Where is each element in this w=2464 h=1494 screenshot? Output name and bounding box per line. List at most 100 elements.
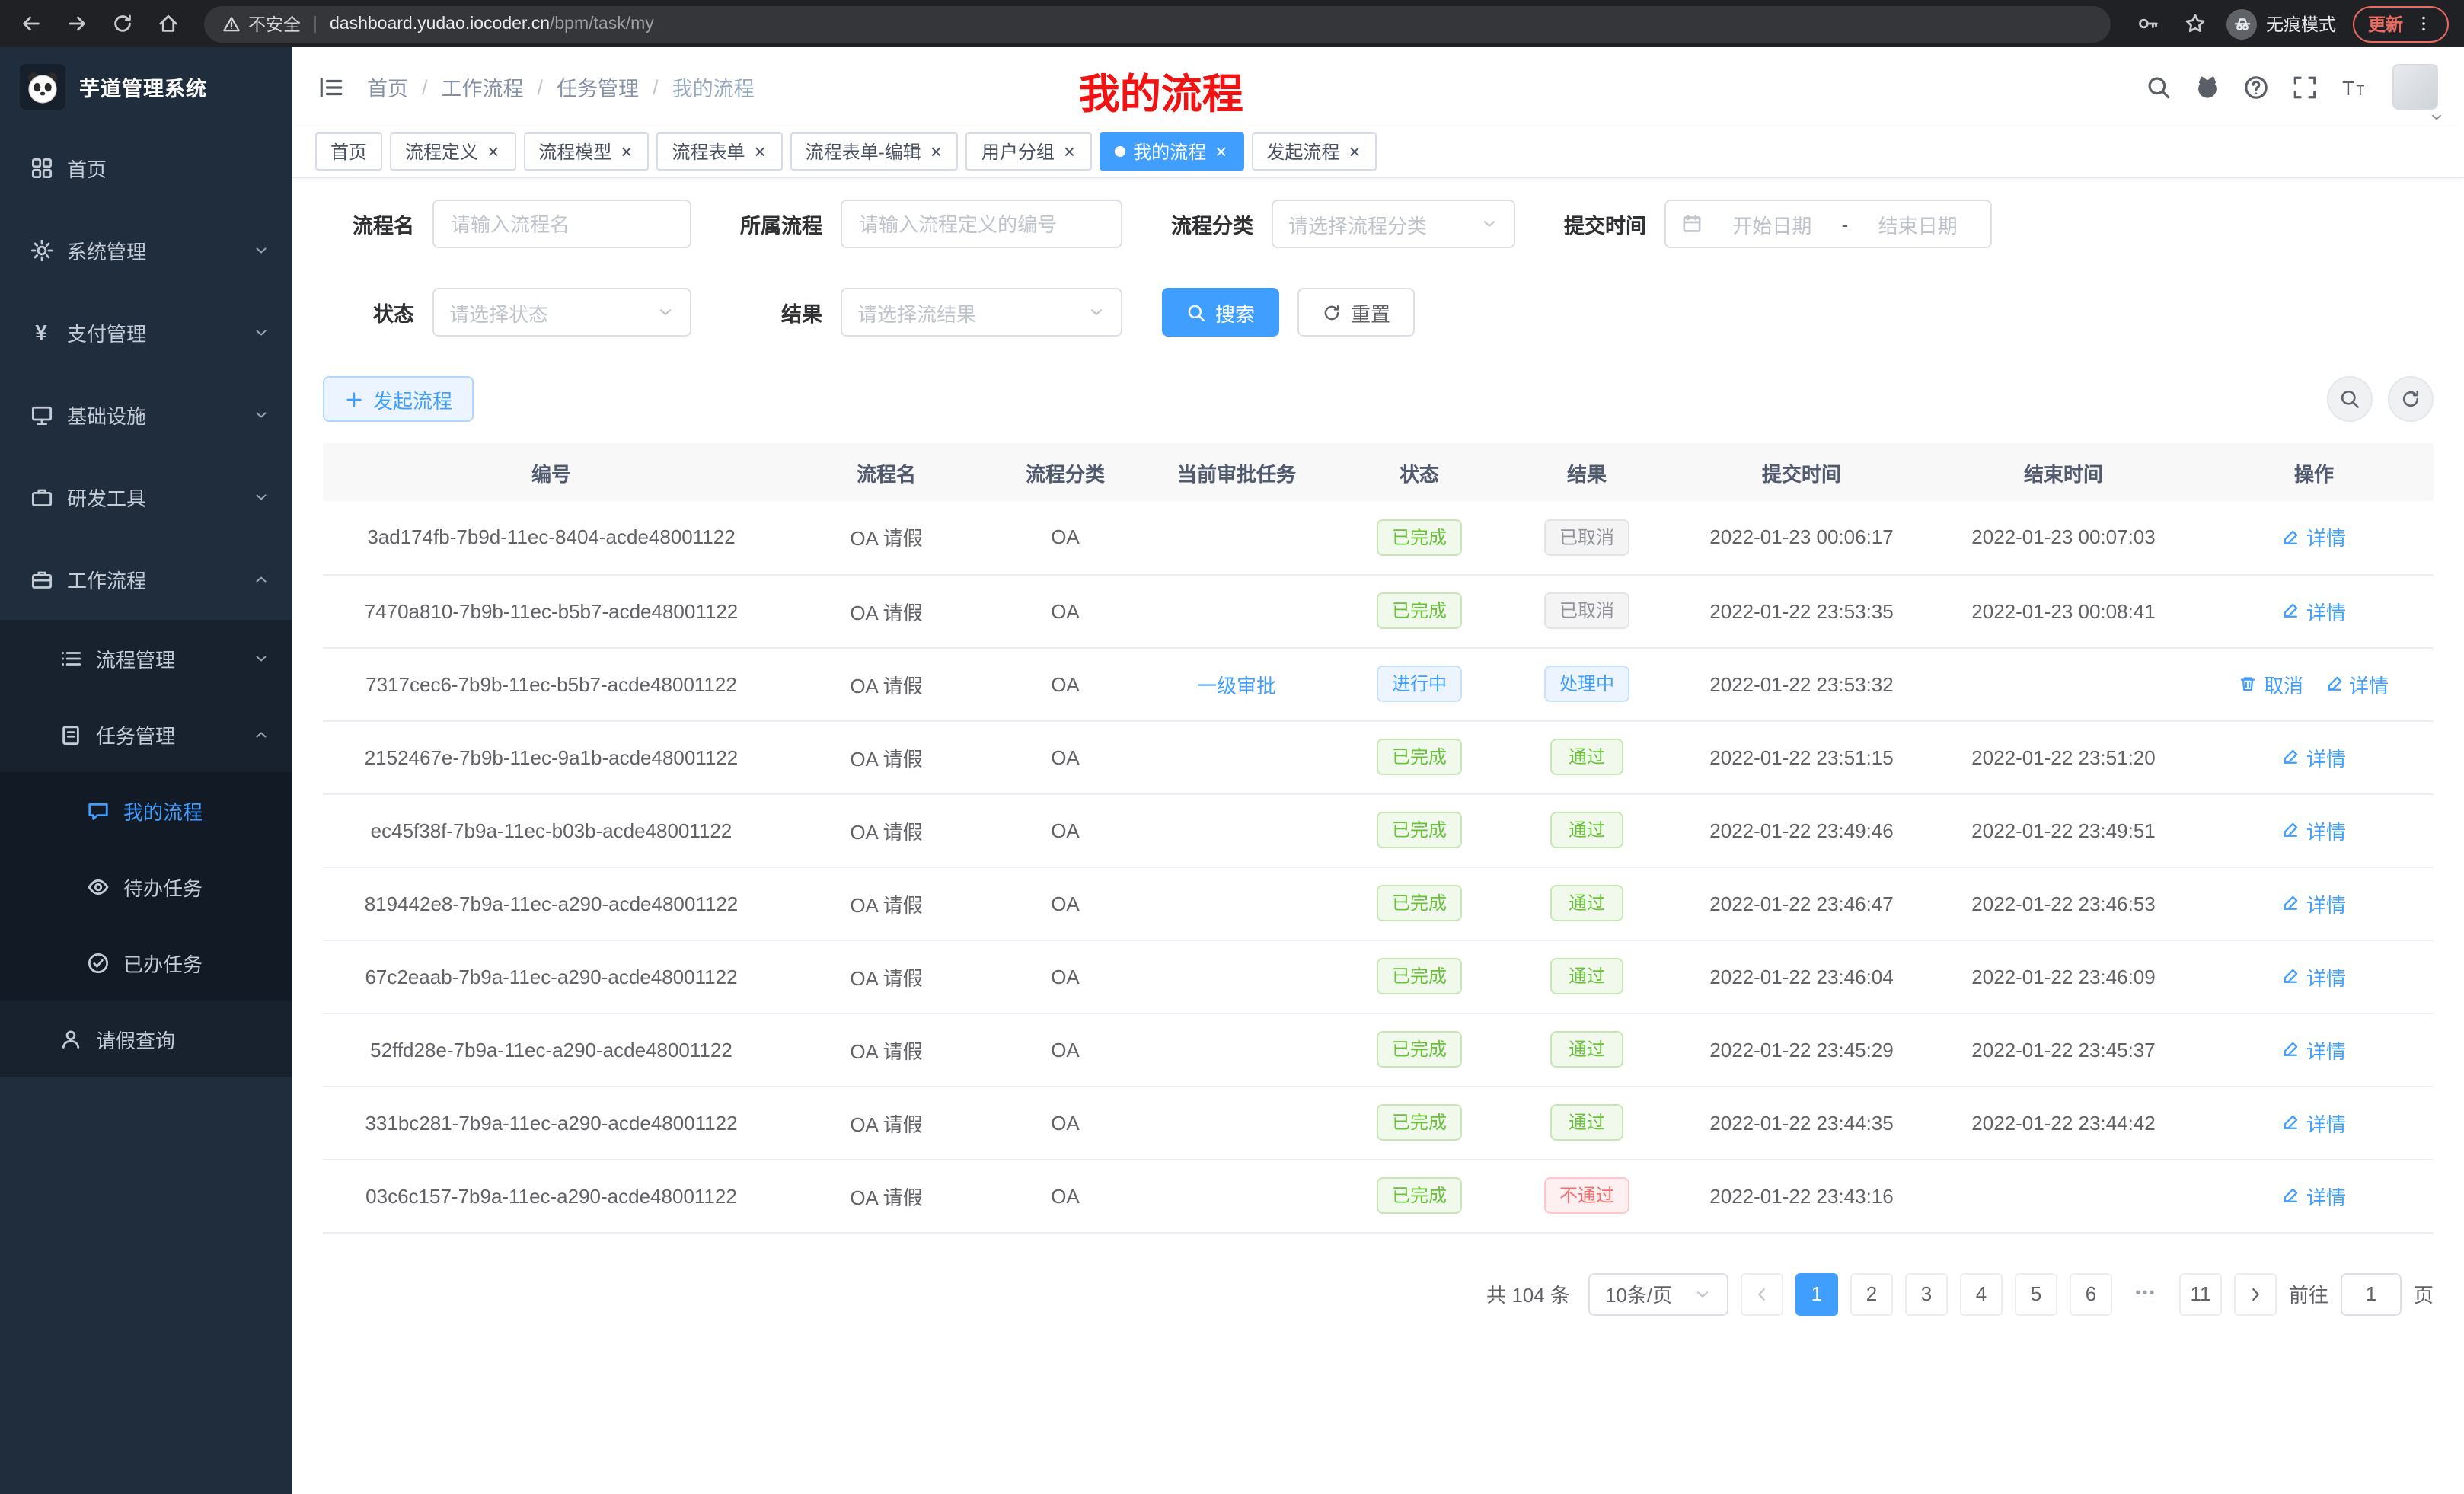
help-icon[interactable]	[2243, 74, 2269, 100]
sidebar-item-workflow[interactable]: 工作流程	[0, 538, 292, 620]
tab-process-form[interactable]: 流程表单×	[656, 132, 782, 171]
address-bar[interactable]: 不安全 | dashboard.yudao.iocoder.cn /bpm/ta…	[204, 5, 2111, 42]
svg-text:T: T	[2342, 78, 2354, 99]
table-row[interactable]: 52ffd28e-7b9a-11ec-a290-acde48001122 OA …	[323, 1013, 2434, 1086]
detail-action-link[interactable]: 详情	[2282, 1035, 2346, 1064]
pagination-page-6[interactable]: 6	[2070, 1272, 2112, 1315]
monitor-icon	[29, 403, 53, 426]
process-name-input[interactable]	[432, 200, 691, 248]
reset-button[interactable]: 重置	[1297, 288, 1415, 337]
actions-cell: 详情	[2194, 793, 2434, 867]
parent-process-input[interactable]	[841, 200, 1122, 248]
sidebar-item-todo-tasks[interactable]: 待办任务	[0, 848, 292, 924]
breadcrumb-item[interactable]: 任务管理	[557, 72, 639, 102]
breadcrumb-item[interactable]: 首页	[367, 72, 408, 102]
detail-action-link[interactable]: 详情	[2282, 596, 2346, 625]
current-task-link[interactable]: 一级审批	[1197, 674, 1276, 697]
reload-button[interactable]	[107, 8, 137, 39]
table-row[interactable]: 67c2eaab-7b9a-11ec-a290-acde48001122 OA …	[323, 940, 2434, 1013]
sidebar-item-system-management[interactable]: 系统管理	[0, 209, 292, 291]
user-avatar[interactable]	[2392, 64, 2438, 110]
password-key-icon[interactable]	[2132, 8, 2162, 39]
tab-my-process[interactable]: 我的流程×	[1100, 132, 1243, 171]
close-icon[interactable]: ×	[1214, 142, 1228, 161]
table-row[interactable]: ec45f38f-7b9a-11ec-b03b-acde48001122 OA …	[323, 793, 2434, 867]
pagination-prev-button[interactable]	[1741, 1272, 1783, 1315]
detail-action-link[interactable]: 详情	[2325, 669, 2389, 698]
sidebar-item-infrastructure[interactable]: 基础设施	[0, 373, 292, 455]
close-icon[interactable]: ×	[929, 142, 943, 161]
sidebar-item-dev-tools[interactable]: 研发工具	[0, 455, 292, 538]
sidebar-collapse-icon[interactable]	[318, 74, 344, 100]
pagination-page-5[interactable]: 5	[2015, 1272, 2057, 1315]
search-button[interactable]: 搜索	[1162, 288, 1279, 337]
breadcrumb-item[interactable]: 工作流程	[442, 72, 524, 102]
header-submit-time: 提交时间	[1671, 443, 1933, 501]
sidebar-item-my-process[interactable]: 我的流程	[0, 772, 292, 848]
tab-start-process[interactable]: 发起流程×	[1251, 132, 1377, 171]
back-button[interactable]	[15, 8, 46, 39]
sidebar-item-task-management[interactable]: 任务管理	[0, 696, 292, 772]
submit-time-range-picker[interactable]: 开始日期 - 结束日期	[1664, 200, 1992, 248]
home-button[interactable]	[152, 8, 183, 39]
category-select[interactable]: 请选择流程分类	[1272, 200, 1515, 248]
start-process-button[interactable]: 发起流程	[323, 376, 474, 422]
pagination-ellipsis[interactable]: •••	[2124, 1272, 2167, 1315]
sidebar-item-process-management[interactable]: 流程管理	[0, 620, 292, 696]
tab-process-definition[interactable]: 流程定义×	[390, 132, 515, 171]
table-row[interactable]: 7317cec6-7b9b-11ec-b5b7-acde48001122 OA …	[323, 647, 2434, 720]
chrome-update-button[interactable]: 更新	[2353, 5, 2449, 42]
github-icon[interactable]	[2194, 74, 2220, 100]
table-row[interactable]: 2152467e-7b9b-11ec-9a1b-acde48001122 OA …	[323, 720, 2434, 793]
close-icon[interactable]: ×	[753, 142, 768, 161]
page-size-select[interactable]: 10条/页	[1588, 1272, 1728, 1315]
jump-page-input[interactable]	[2341, 1272, 2402, 1315]
sidebar-item-done-tasks[interactable]: 已办任务	[0, 924, 292, 1001]
tab-process-model[interactable]: 流程模型×	[523, 132, 649, 171]
bookmark-star-icon[interactable]	[2179, 8, 2210, 39]
detail-action-link[interactable]: 详情	[2282, 1108, 2346, 1137]
detail-action-link[interactable]: 详情	[2282, 742, 2346, 771]
pagination-next-button[interactable]	[2234, 1272, 2277, 1315]
sidebar-item-leave-query[interactable]: 请假查询	[0, 1001, 292, 1077]
detail-action-link[interactable]: 详情	[2282, 962, 2346, 991]
result-select[interactable]: 请选择流结果	[841, 288, 1122, 337]
detail-action-link[interactable]: 详情	[2282, 889, 2346, 918]
current-task-cell	[1138, 720, 1336, 793]
pagination-page-4[interactable]: 4	[1960, 1272, 2003, 1315]
tab-user-group[interactable]: 用户分组×	[966, 132, 1092, 171]
table-row[interactable]: 7470a810-7b9b-11ec-b5b7-acde48001122 OA …	[323, 574, 2434, 647]
cancel-action-link[interactable]: 取消	[2239, 669, 2303, 698]
detail-action-link[interactable]: 详情	[2282, 523, 2346, 552]
close-icon[interactable]: ×	[1062, 142, 1077, 161]
tab-home[interactable]: 首页	[315, 132, 382, 171]
security-chip[interactable]: 不安全	[222, 11, 301, 36]
table-row[interactable]: 819442e8-7b9a-11ec-a290-acde48001122 OA …	[323, 867, 2434, 940]
pagination-page-2[interactable]: 2	[1850, 1272, 1893, 1315]
close-icon[interactable]: ×	[486, 142, 500, 161]
detail-action-link[interactable]: 详情	[2282, 816, 2346, 844]
tab-process-form-edit[interactable]: 流程表单-编辑×	[790, 132, 959, 171]
sidebar-item-home[interactable]: 首页	[0, 126, 292, 209]
pagination-page-3[interactable]: 3	[1905, 1272, 1948, 1315]
app-logo[interactable]: 芋道管理系统	[0, 47, 292, 126]
table-row[interactable]: 3ad174fb-7b9d-11ec-8404-acde48001122 OA …	[323, 501, 2434, 574]
menu-dots-icon[interactable]	[2414, 14, 2434, 34]
pagination-page-11[interactable]: 11	[2179, 1272, 2222, 1315]
forward-button[interactable]	[61, 8, 91, 39]
table-row[interactable]: 331bc281-7b9a-11ec-a290-acde48001122 OA …	[323, 1086, 2434, 1159]
table-row[interactable]: 03c6c157-7b9a-11ec-a290-acde48001122 OA …	[323, 1159, 2434, 1232]
fullscreen-icon[interactable]	[2292, 74, 2318, 100]
search-icon[interactable]	[2146, 74, 2172, 100]
status-select[interactable]: 请选择状态	[432, 288, 691, 337]
refresh-table-button[interactable]	[2388, 376, 2434, 422]
close-icon[interactable]: ×	[1347, 142, 1361, 161]
toggle-search-button[interactable]	[2327, 376, 2373, 422]
sidebar-item-payment-management[interactable]: ¥支付管理	[0, 291, 292, 373]
close-icon[interactable]: ×	[619, 142, 634, 161]
tabs-bar: 首页流程定义×流程模型×流程表单×流程表单-编辑×用户分组×我的流程×发起流程×	[292, 126, 2464, 178]
detail-action-link[interactable]: 详情	[2282, 1181, 2346, 1210]
pagination-page-1[interactable]: 1	[1795, 1272, 1838, 1315]
avatar-caret-icon[interactable]	[2429, 110, 2444, 125]
font-size-icon[interactable]: TT	[2341, 74, 2367, 100]
